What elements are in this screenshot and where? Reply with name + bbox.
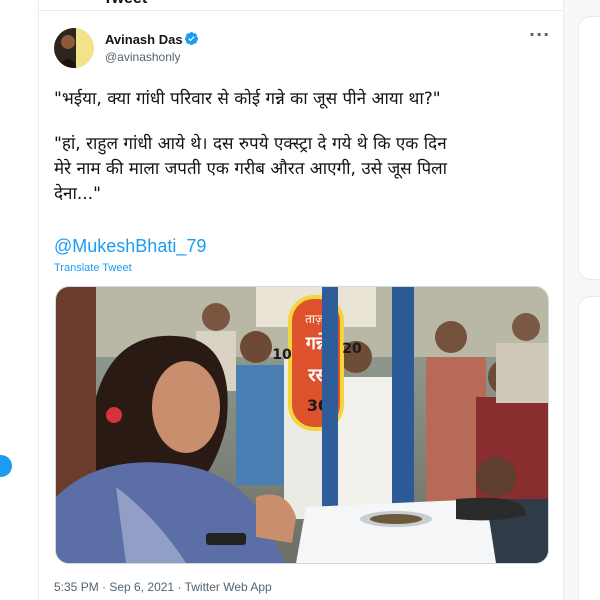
tweet-time[interactable]: 5:35 PM: [54, 580, 99, 594]
tweet-card: Tweet Avinash Das @avinashonly ··· "भईया…: [38, 0, 564, 600]
tweet-date[interactable]: Sep 6, 2021: [109, 580, 174, 594]
compose-button[interactable]: [0, 455, 12, 477]
right-panel-top: [578, 16, 600, 280]
author-handle[interactable]: @avinashonly: [105, 50, 181, 64]
tweet-header-bar: Tweet: [39, 0, 563, 11]
tweet-text-question: "भईया, क्या गांधी परिवार से कोई गन्ने का…: [54, 89, 441, 109]
left-sidebar: [0, 0, 38, 600]
more-options-icon[interactable]: ···: [529, 27, 551, 46]
tweet-timestamp-line: 5:35 PM · Sep 6, 2021 · Twitter Web App: [54, 580, 272, 594]
right-panel-bottom: [578, 296, 600, 600]
sign-price-left: 10: [272, 347, 292, 363]
page-title: Tweet: [103, 0, 147, 8]
avatar-image: [54, 28, 94, 68]
photo-illustration: ताज़ा गन्ने रस 10 20 30: [56, 287, 548, 563]
author-name[interactable]: Avinash Das: [105, 32, 183, 47]
tweet-media-photo[interactable]: ताज़ा गन्ने रस 10 20 30: [55, 286, 549, 564]
meta-separator-2: ·: [174, 580, 185, 594]
meta-separator: ·: [98, 580, 110, 594]
verified-badge-icon: [184, 31, 199, 46]
page: Tweet Avinash Das @avinashonly ··· "भईया…: [0, 0, 600, 600]
translate-tweet-link[interactable]: Translate Tweet: [54, 262, 132, 274]
mention-link[interactable]: @MukeshBhati_79: [54, 236, 206, 257]
avatar[interactable]: [54, 28, 94, 68]
sign-price-right: 20: [342, 341, 362, 357]
tweet-client: Twitter Web App: [184, 580, 272, 594]
tweet-text-answer: "हां, राहुल गांधी आये थे। दस रुपये एक्स्…: [54, 134, 448, 204]
